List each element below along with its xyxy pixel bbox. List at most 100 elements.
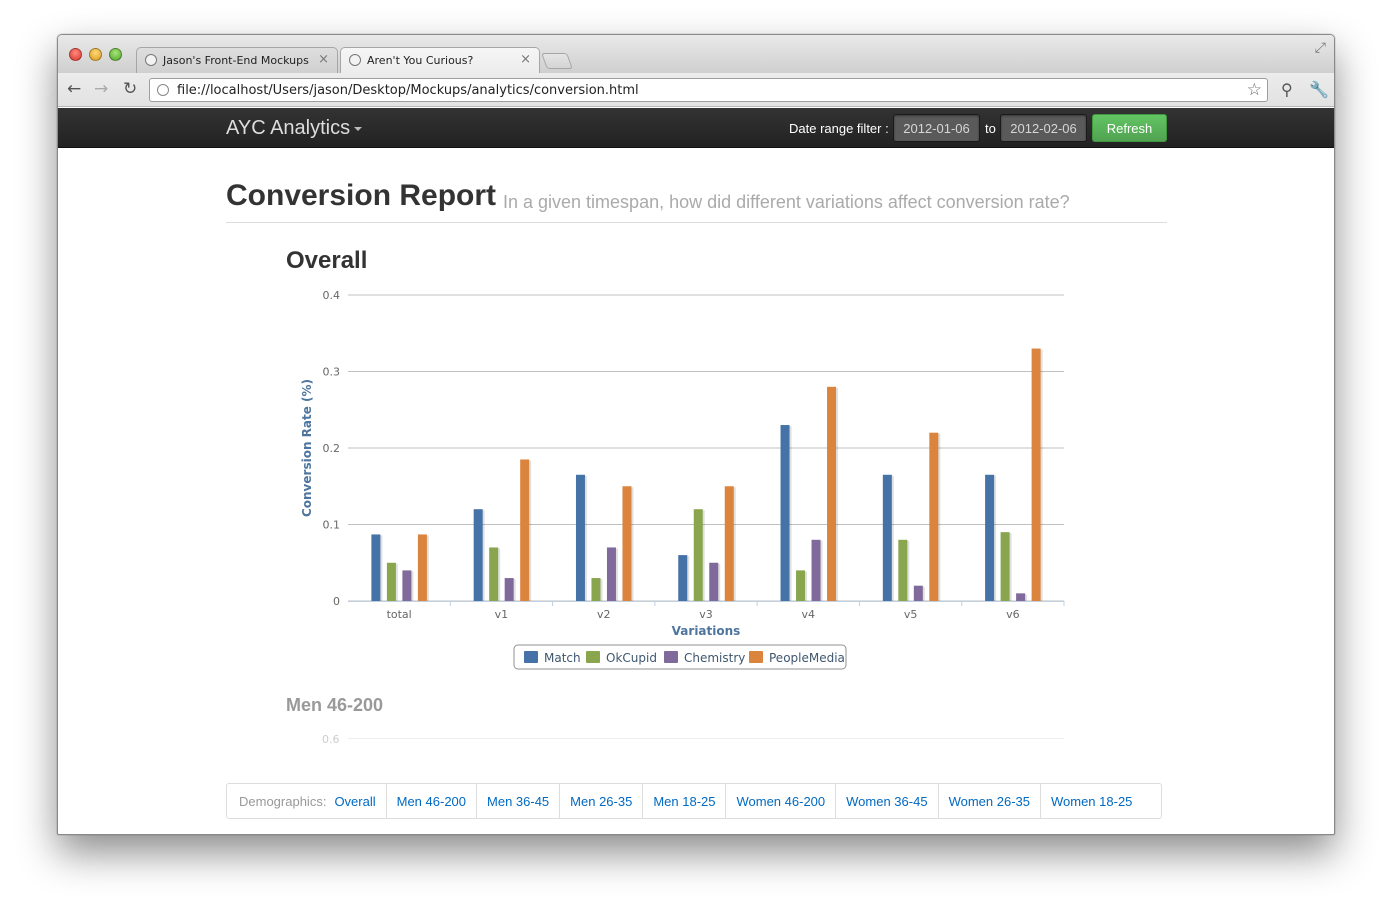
y-axis-title: Conversion Rate (%) bbox=[300, 379, 314, 517]
legend-label: PeopleMedia bbox=[769, 651, 845, 665]
y-tick-label: 0.2 bbox=[323, 442, 341, 455]
window-zoom-button[interactable] bbox=[109, 48, 122, 61]
globe-icon bbox=[349, 54, 361, 66]
x-tick-label: v4 bbox=[802, 608, 816, 621]
page-header: Conversion Report In a given timespan, h… bbox=[226, 179, 1167, 223]
legend-swatch-match bbox=[524, 651, 538, 663]
to-label: to bbox=[985, 121, 996, 136]
bar-peoplemedia-v4 bbox=[827, 386, 837, 601]
new-tab-button[interactable] bbox=[541, 53, 573, 69]
refresh-button[interactable]: Refresh bbox=[1092, 114, 1167, 142]
bar-chemistry-v2 bbox=[606, 547, 616, 601]
bar-okcupid-v4 bbox=[796, 570, 806, 601]
bar-peoplemedia-total bbox=[417, 534, 427, 601]
bar-match-v4 bbox=[780, 425, 790, 601]
bar-peoplemedia-v6 bbox=[1031, 348, 1041, 601]
legend-swatch-okcupid bbox=[586, 651, 600, 663]
bar-match-v2 bbox=[575, 474, 585, 601]
x-tick-label: v2 bbox=[597, 608, 611, 621]
demo-link-women-46-200[interactable]: Women 46-200 bbox=[726, 784, 837, 818]
x-axis-title: Variations bbox=[672, 624, 741, 638]
browser-toolbar: ← → ↻ file://localhost/Users/jason/Deskt… bbox=[58, 73, 1334, 107]
reload-icon[interactable]: ↻ bbox=[123, 79, 137, 99]
bar-okcupid-v3 bbox=[693, 509, 703, 601]
bar-match-v3 bbox=[678, 555, 688, 601]
tab-title: Aren't You Curious? bbox=[367, 54, 474, 67]
close-tab-icon[interactable]: × bbox=[318, 52, 329, 67]
browser-tab-curious[interactable]: Aren't You Curious? × bbox=[340, 47, 540, 74]
caret-down-icon bbox=[354, 126, 363, 131]
bar-okcupid-v1 bbox=[489, 547, 499, 601]
men-chart-y-tick: 0.6 bbox=[322, 733, 340, 746]
bar-chemistry-v4 bbox=[811, 539, 821, 601]
browser-tab-mockups[interactable]: Jason's Front-End Mockups × bbox=[136, 47, 338, 73]
demo-link-women-18-25[interactable]: Women 18-25 bbox=[1041, 784, 1142, 818]
browser-window: Jason's Front-End Mockups × Aren't You C… bbox=[57, 34, 1335, 835]
bar-peoplemedia-v2 bbox=[622, 486, 632, 601]
star-icon[interactable]: ☆ bbox=[1247, 80, 1262, 100]
bar-peoplemedia-v3 bbox=[724, 486, 734, 601]
conversion-chart: 0 0.1 0.2 0.3 0.4 total v1 v2 v3 v4 v5 v6 Variations… bbox=[300, 289, 1065, 670]
y-tick-label: 0.4 bbox=[323, 289, 341, 302]
x-tick-label: v6 bbox=[1006, 608, 1020, 621]
demo-link-overall[interactable]: Overall bbox=[332, 784, 387, 818]
men-chart-gridline bbox=[348, 738, 1064, 739]
bar-chemistry-v1 bbox=[504, 578, 514, 601]
bar-match-total bbox=[371, 534, 381, 601]
brand-label: AYC Analytics bbox=[226, 117, 351, 139]
demographics-nav: Demographics: Overall Men 46-200 Men 36-… bbox=[226, 783, 1162, 819]
bar-peoplemedia-v1 bbox=[520, 459, 530, 601]
demo-link-men-18-25[interactable]: Men 18-25 bbox=[643, 784, 727, 818]
app-navbar: AYC Analytics Date range filter : 2012-0… bbox=[58, 108, 1334, 148]
bar-chemistry-v3 bbox=[709, 562, 719, 601]
demographics-label: Demographics: bbox=[239, 794, 327, 809]
page-subtitle: In a given timespan, how did different v… bbox=[503, 192, 1070, 212]
date-from-input[interactable]: 2012-01-06 bbox=[893, 114, 980, 142]
url-text: file://localhost/Users/jason/Desktop/Moc… bbox=[177, 83, 639, 98]
page-icon bbox=[157, 84, 169, 96]
bar-chemistry-v5 bbox=[913, 585, 923, 601]
extension-icon[interactable]: ⚲ bbox=[1281, 80, 1293, 100]
brand-dropdown[interactable]: AYC Analytics bbox=[226, 117, 363, 140]
bar-okcupid-v6 bbox=[1000, 532, 1010, 601]
legend-label: Chemistry bbox=[684, 651, 745, 665]
close-tab-icon[interactable]: × bbox=[520, 52, 531, 67]
address-bar[interactable]: file://localhost/Users/jason/Desktop/Moc… bbox=[149, 78, 1268, 102]
demo-link-men-46-200[interactable]: Men 46-200 bbox=[387, 784, 478, 818]
bar-okcupid-v2 bbox=[591, 578, 601, 601]
x-tick-label: total bbox=[387, 608, 412, 621]
wrench-icon[interactable]: 🔧 bbox=[1309, 80, 1329, 100]
window-close-button[interactable] bbox=[69, 48, 82, 61]
back-arrow-icon[interactable]: ← bbox=[67, 79, 81, 99]
x-tick-label: v1 bbox=[495, 608, 509, 621]
bar-match-v5 bbox=[882, 474, 892, 601]
section-title-overall: Overall bbox=[286, 247, 368, 274]
bar-chemistry-v6 bbox=[1016, 593, 1026, 601]
bar-match-v1 bbox=[473, 509, 483, 601]
fullscreen-icon[interactable]: ⤢ bbox=[1315, 39, 1326, 56]
y-tick-label: 0.3 bbox=[323, 366, 341, 379]
window-minimize-button[interactable] bbox=[89, 48, 102, 61]
date-to-input[interactable]: 2012-02-06 bbox=[1000, 114, 1087, 142]
x-tick-label: v3 bbox=[699, 608, 713, 621]
demo-link-men-26-35[interactable]: Men 26-35 bbox=[560, 784, 644, 818]
tab-title: Jason's Front-End Mockups bbox=[163, 54, 309, 67]
legend-swatch-peoplemedia bbox=[749, 651, 763, 663]
bar-okcupid-total bbox=[386, 562, 396, 601]
demo-link-women-36-45[interactable]: Women 36-45 bbox=[836, 784, 939, 818]
date-range-label: Date range filter : bbox=[789, 121, 889, 136]
bar-match-v6 bbox=[985, 474, 995, 601]
section-title-men-46-200: Men 46-200 bbox=[286, 695, 384, 715]
x-tick-label: v5 bbox=[904, 608, 918, 621]
demo-link-men-36-45[interactable]: Men 36-45 bbox=[477, 784, 561, 818]
bar-okcupid-v5 bbox=[898, 539, 908, 601]
y-tick-label: 0 bbox=[333, 595, 340, 608]
forward-arrow-icon[interactable]: → bbox=[94, 79, 108, 99]
y-tick-label: 0.1 bbox=[323, 519, 341, 532]
demo-link-women-26-35[interactable]: Women 26-35 bbox=[939, 784, 1041, 818]
page-title: Conversion Report bbox=[226, 179, 497, 212]
bar-peoplemedia-v5 bbox=[929, 432, 939, 601]
title-bar: Jason's Front-End Mockups × Aren't You C… bbox=[58, 35, 1334, 74]
bar-chemistry-total bbox=[402, 570, 412, 601]
legend-swatch-chemistry bbox=[664, 651, 678, 663]
